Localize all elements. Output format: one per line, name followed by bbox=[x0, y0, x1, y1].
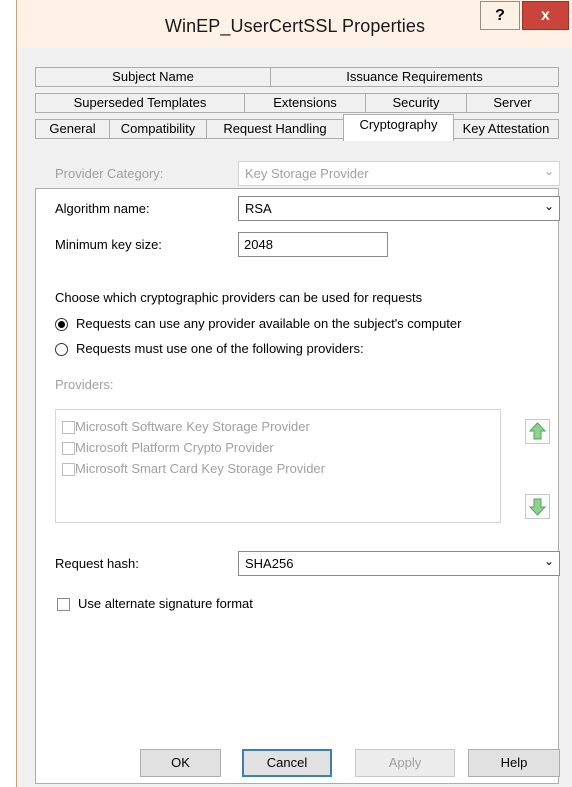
radio-any-provider-label[interactable]: Requests can use any provider available … bbox=[76, 316, 461, 331]
down-arrow-icon bbox=[528, 498, 547, 516]
provider-checkbox bbox=[62, 463, 75, 476]
radio-selected-dot bbox=[58, 321, 65, 328]
choose-providers-text: Choose which cryptographic providers can… bbox=[55, 290, 423, 305]
provider-item: Microsoft Smart Card Key Storage Provide… bbox=[75, 461, 325, 476]
up-arrow-icon bbox=[528, 422, 547, 440]
radio-must-use-provider[interactable] bbox=[55, 343, 68, 356]
move-down-button bbox=[525, 494, 550, 519]
provider-category-label: Provider Category: bbox=[55, 166, 164, 181]
provider-checkbox bbox=[62, 421, 75, 434]
apply-button: Apply bbox=[355, 749, 455, 777]
request-hash-select[interactable]: SHA256 ⌄ bbox=[238, 551, 560, 576]
minimum-key-size-input[interactable]: 2048 bbox=[238, 232, 388, 257]
chevron-down-icon: ⌄ bbox=[543, 199, 554, 213]
request-hash-value: SHA256 bbox=[245, 556, 294, 571]
cancel-button[interactable]: Cancel bbox=[242, 749, 332, 777]
minimum-key-size-value: 2048 bbox=[244, 237, 273, 252]
provider-item: Microsoft Platform Crypto Provider bbox=[75, 440, 274, 455]
chevron-down-icon: ⌄ bbox=[543, 164, 554, 178]
chevron-down-icon: ⌄ bbox=[543, 554, 554, 568]
move-up-button bbox=[525, 419, 550, 444]
ok-button[interactable]: OK bbox=[140, 749, 221, 777]
alternate-signature-label[interactable]: Use alternate signature format bbox=[78, 596, 253, 611]
provider-category-select: Key Storage Provider ⌄ bbox=[238, 161, 560, 186]
provider-checkbox bbox=[62, 442, 75, 455]
radio-any-provider[interactable] bbox=[55, 318, 68, 331]
providers-label: Providers: bbox=[55, 377, 114, 392]
request-hash-label: Request hash: bbox=[55, 556, 139, 571]
radio-must-use-provider-label[interactable]: Requests must use one of the following p… bbox=[76, 341, 364, 356]
algorithm-name-select[interactable]: RSA ⌄ bbox=[238, 196, 560, 221]
alternate-signature-checkbox[interactable] bbox=[57, 598, 70, 611]
minimum-key-size-label: Minimum key size: bbox=[55, 237, 162, 252]
help-button[interactable]: Help bbox=[468, 749, 560, 777]
provider-category-value: Key Storage Provider bbox=[245, 166, 369, 181]
cryptography-content: Provider Category: Key Storage Provider … bbox=[0, 0, 572, 787]
provider-item: Microsoft Software Key Storage Provider bbox=[75, 419, 310, 434]
algorithm-name-label: Algorithm name: bbox=[55, 201, 150, 216]
algorithm-name-value: RSA bbox=[245, 201, 272, 216]
